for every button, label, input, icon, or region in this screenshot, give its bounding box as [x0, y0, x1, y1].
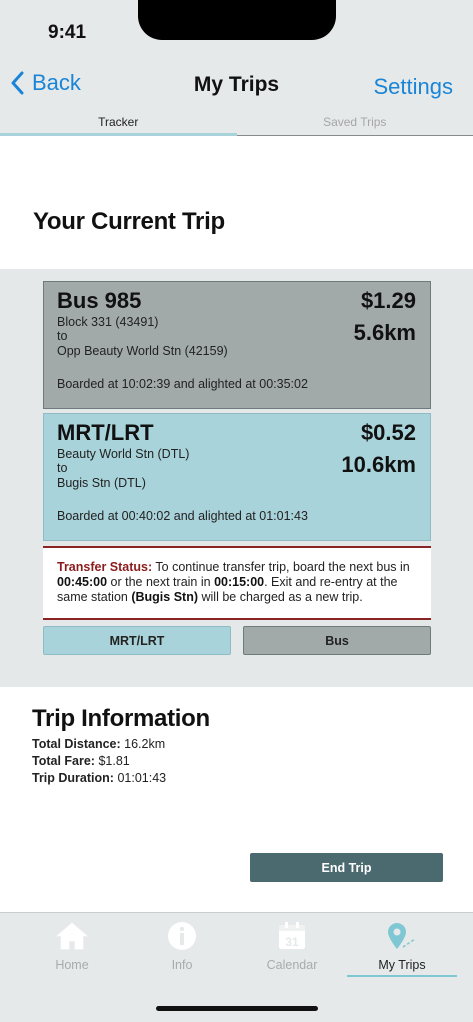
leg-to-word: to — [57, 329, 68, 343]
transfer-text-1: To continue transfer trip, board the nex… — [152, 560, 410, 574]
tabbar-label-info: Info — [171, 958, 193, 972]
header: 9:41 Back My Trips Settings Tracker Save… — [0, 0, 473, 136]
calendar-icon: 31 — [279, 922, 305, 949]
total-distance-row: Total Distance: 16.2km — [32, 737, 165, 751]
total-distance-value: 16.2km — [124, 737, 166, 751]
tabbar-item-home[interactable]: Home — [17, 921, 127, 972]
transfer-train-time: 00:15:00 — [214, 575, 265, 589]
segment-tabs: Tracker Saved Trips — [0, 112, 473, 136]
tabbar-item-info[interactable]: Info — [127, 921, 237, 972]
tab-saved-trips[interactable]: Saved Trips — [236, 112, 473, 136]
map-pin-icon — [388, 923, 416, 949]
tab-tracker[interactable]: Tracker — [0, 112, 237, 136]
phone-screen: 9:41 Back My Trips Settings Tracker Save… — [0, 0, 473, 1022]
leg-fare: $1.29 — [360, 288, 416, 313]
leg-name: Bus 985 — [57, 288, 142, 313]
trip-info-heading: Trip Information — [32, 705, 210, 732]
info-icon — [168, 922, 196, 950]
transfer-text-2: or the next train in — [107, 575, 215, 589]
leg-origin: Beauty World Stn (DTL) — [57, 447, 190, 461]
trip-duration-row: Trip Duration: 01:01:43 — [32, 771, 166, 785]
leg-times: Boarded at 00:40:02 and alighted at 01:0… — [57, 509, 308, 523]
calendar-day: 31 — [285, 935, 299, 949]
trip-leg-mrt[interactable]: MRT/LRT $0.52 10.6km Beauty World Stn (D… — [43, 413, 431, 541]
bus-button[interactable]: Bus — [243, 626, 431, 655]
current-trip-heading: Your Current Trip — [33, 208, 225, 235]
leg-distance: 5.6km — [353, 320, 416, 345]
leg-destination: Bugis Stn (DTL) — [57, 476, 146, 490]
total-distance-label: Total Distance: — [32, 737, 121, 751]
leg-fare: $0.52 — [360, 420, 416, 445]
active-tab-indicator — [347, 975, 457, 977]
transfer-status: Transfer Status: To continue transfer tr… — [43, 546, 431, 620]
leg-origin: Block 331 (43491) — [57, 315, 159, 329]
transfer-station: (Bugis Stn) — [131, 590, 199, 604]
mrt-lrt-button[interactable]: MRT/LRT — [43, 626, 231, 655]
leg-name: MRT/LRT — [57, 420, 154, 445]
tabbar-item-calendar[interactable]: 31 Calendar — [237, 921, 347, 972]
transfer-status-label: Transfer Status: — [57, 560, 153, 574]
tabbar-label-calendar: Calendar — [266, 958, 318, 972]
leg-times: Boarded at 10:02:39 and alighted at 00:3… — [57, 377, 308, 391]
transfer-bus-time: 00:45:00 — [57, 575, 108, 589]
trip-duration-label: Trip Duration: — [32, 771, 114, 785]
leg-to-word: to — [57, 461, 68, 475]
total-fare-label: Total Fare: — [32, 754, 95, 768]
home-indicator — [156, 1006, 318, 1011]
total-fare-row: Total Fare: $1.81 — [32, 754, 130, 768]
leg-distance: 10.6km — [341, 452, 416, 477]
settings-button[interactable]: Settings — [374, 74, 454, 100]
transfer-text-4: will be charged as a new trip. — [198, 590, 363, 604]
tabbar-item-my-trips[interactable]: My Trips — [347, 921, 457, 972]
total-fare-value: $1.81 — [98, 754, 130, 768]
tabbar-label-my-trips: My Trips — [378, 958, 426, 972]
status-time: 9:41 — [48, 22, 87, 43]
end-trip-button[interactable]: End Trip — [250, 853, 443, 882]
current-trip-panel: Bus 985 $1.29 5.6km Block 331 (43491) to… — [0, 269, 473, 687]
device-notch — [138, 0, 336, 40]
trip-duration-value: 01:01:43 — [117, 771, 167, 785]
leg-destination: Opp Beauty World Stn (42159) — [57, 344, 228, 358]
home-icon — [55, 922, 89, 950]
trip-leg-bus[interactable]: Bus 985 $1.29 5.6km Block 331 (43491) to… — [43, 281, 431, 409]
tabbar-label-home: Home — [55, 958, 89, 972]
